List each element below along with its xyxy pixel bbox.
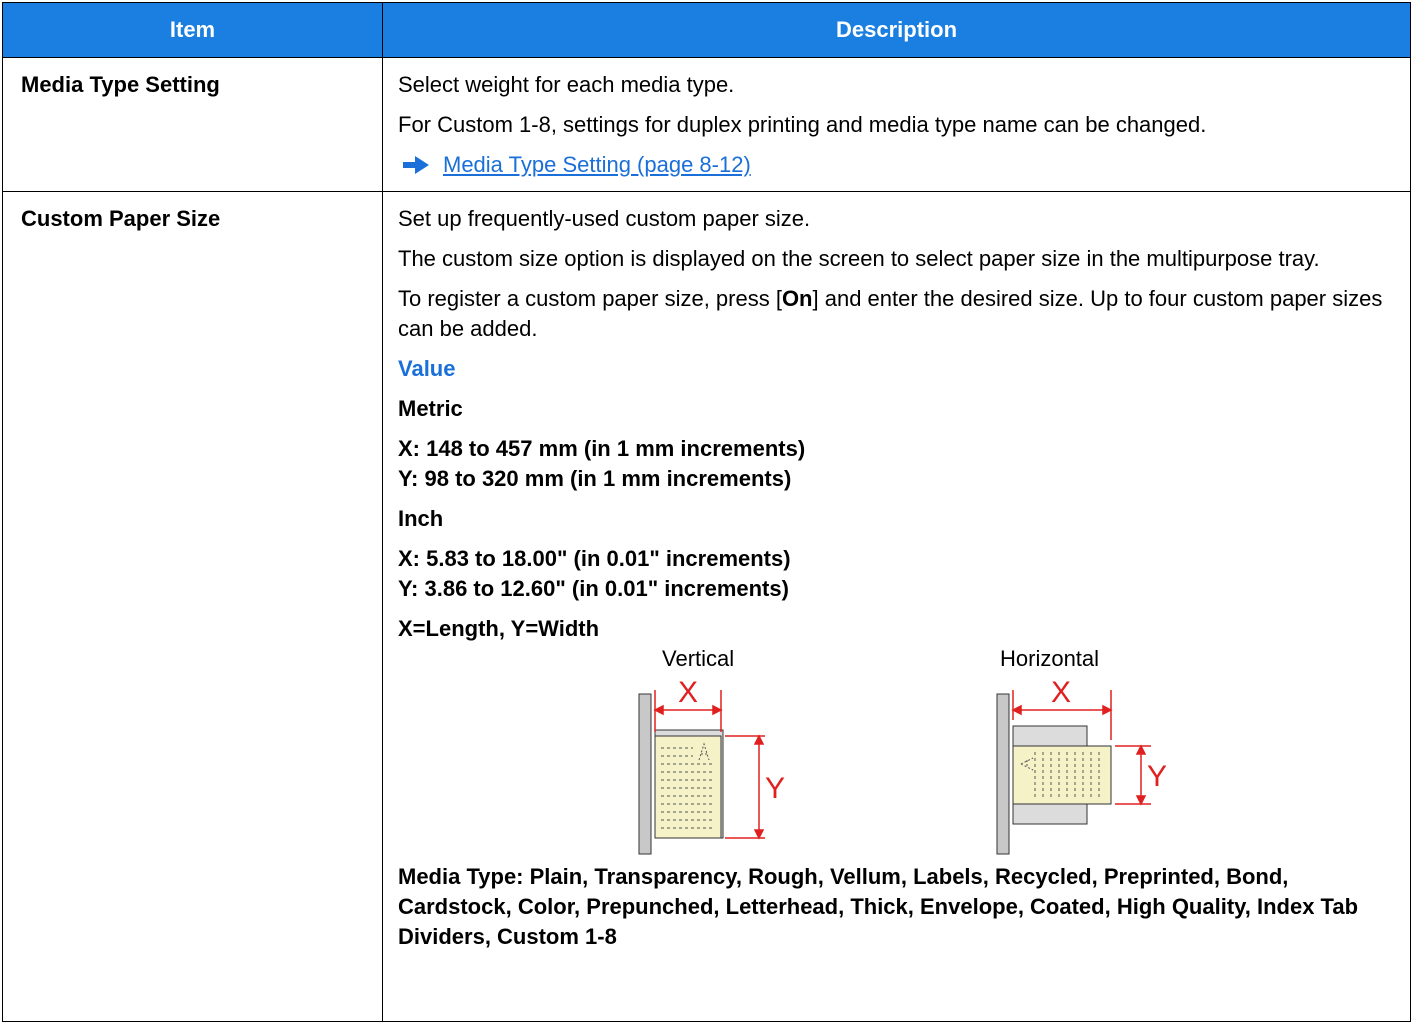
settings-table: Item Description Media Type Setting Sele… [2, 2, 1411, 1022]
metric-y-range: Y: 98 to 320 mm (in 1 mm increments) [398, 466, 792, 491]
vertical-feed-diagram: X Y [638, 680, 785, 855]
desc-text: The custom size option is displayed on t… [398, 246, 1320, 271]
value-heading: Value [398, 356, 456, 381]
item-media-type-setting: Media Type Setting [2, 57, 383, 192]
horizontal-label: Horizontal [1000, 646, 1100, 671]
vertical-x-label: X [678, 680, 698, 709]
inch-heading: Inch [398, 506, 444, 531]
media-type-list: Media Type: Plain, Transparency, Rough, … [398, 864, 1359, 949]
table-row: Custom Paper Size Set up frequently-used… [2, 191, 1411, 1022]
desc-text: Select weight for each media type. [398, 72, 735, 97]
item-custom-paper-size: Custom Paper Size [2, 191, 383, 1022]
reference-line: Media Type Setting (page 8-12) [398, 150, 1400, 180]
table-header-row: Item Description [2, 2, 1411, 58]
inch-x-range: X: 5.83 to 18.00" (in 0.01" increments) [398, 546, 791, 571]
desc-text: Set up frequently-used custom paper size… [398, 206, 811, 231]
metric-heading: Metric [398, 396, 463, 421]
orientation-figures: Vertical Horizontal X Y X Y [398, 644, 1400, 856]
table-row: Media Type Setting Select weight for eac… [2, 57, 1411, 192]
description-cell: Set up frequently-used custom paper size… [382, 191, 1411, 1022]
inch-y-range: Y: 3.86 to 12.60" (in 0.01" increments) [398, 576, 789, 601]
vertical-y-label: Y [765, 772, 785, 805]
media-type-setting-link[interactable]: Media Type Setting (page 8-12) [443, 150, 751, 180]
metric-x-range: X: 148 to 457 mm (in 1 mm increments) [398, 436, 806, 461]
vertical-label: Vertical [662, 646, 735, 671]
horizontal-y-label: Y [1147, 760, 1167, 793]
horizontal-feed-diagram: X Y [996, 680, 1167, 855]
description-cell: Select weight for each media type. For C… [382, 57, 1411, 192]
xy-note: X=Length, Y=Width [398, 616, 600, 641]
on-key-label: On [781, 286, 813, 311]
desc-text: To register a custom paper size, press [… [398, 284, 1400, 344]
header-description: Description [382, 2, 1411, 58]
arrow-right-icon [401, 153, 431, 177]
desc-text: For Custom 1-8, settings for duplex prin… [398, 112, 1207, 137]
header-item: Item [2, 2, 383, 58]
horizontal-x-label: X [1051, 680, 1071, 709]
desc-text-part: To register a custom paper size, press [ [398, 286, 782, 311]
